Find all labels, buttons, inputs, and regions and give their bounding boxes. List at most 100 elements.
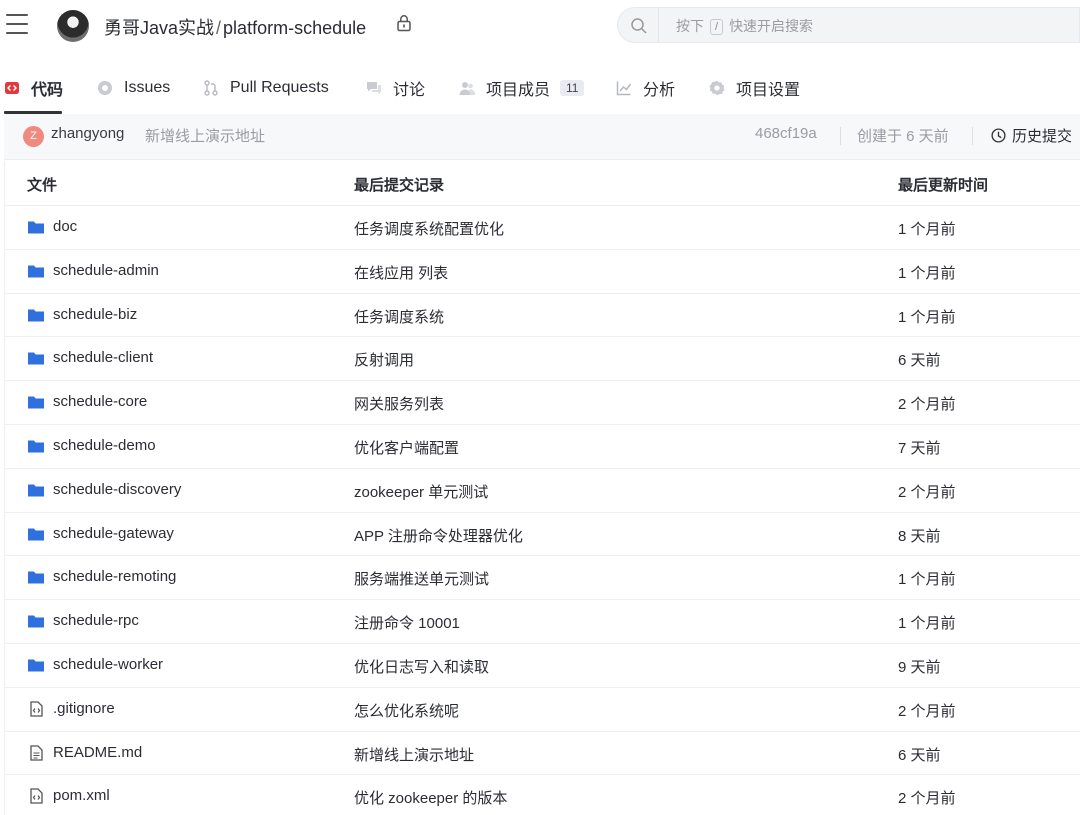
updated-time-cell: 7 天前 bbox=[898, 439, 941, 457]
commit-message-cell[interactable]: zookeeper 单元测试 bbox=[354, 481, 488, 502]
tab-members[interactable]: 项目成员 11 bbox=[459, 66, 585, 110]
tab-label: 分析 bbox=[643, 82, 676, 99]
breadcrumb-separator: / bbox=[216, 18, 222, 38]
shortcut-key: / bbox=[710, 19, 724, 35]
folder-icon bbox=[28, 440, 44, 453]
avatar[interactable]: Z bbox=[23, 126, 44, 147]
members-count-badge: 11 bbox=[560, 80, 585, 96]
updated-time-cell: 2 个月前 bbox=[898, 396, 956, 414]
folder-icon bbox=[28, 309, 44, 322]
commit-message-cell[interactable]: 任务调度系统 bbox=[354, 306, 444, 327]
column-header-updated: 最后更新时间 bbox=[898, 177, 989, 194]
file-name[interactable]: schedule-demo bbox=[53, 437, 156, 454]
folder-icon bbox=[28, 265, 44, 278]
file-name[interactable]: pom.xml bbox=[53, 787, 110, 804]
folder-icon bbox=[28, 221, 44, 234]
table-row[interactable]: pom.xml 优化 zookeeper 的版本 2 个月前 bbox=[5, 775, 1080, 815]
table-row[interactable]: schedule-admin 在线应用 列表 1 个月前 bbox=[5, 250, 1080, 294]
top-bar: 勇哥Java实战 / platform-schedule 按下 / 快速开启搜索 bbox=[0, 0, 1080, 52]
file-name[interactable]: schedule-discovery bbox=[53, 481, 181, 498]
table-row[interactable]: schedule-rpc 注册命令 10001 1 个月前 bbox=[5, 600, 1080, 644]
analytics-icon bbox=[616, 81, 632, 96]
file-table: 文件 最后提交记录 最后更新时间 doc 任务调度系统配置优化 1 个月前 sched… bbox=[4, 161, 1080, 815]
gear-icon bbox=[709, 80, 725, 96]
table-row[interactable]: schedule-biz 任务调度系统 1 个月前 bbox=[5, 294, 1080, 338]
updated-time-cell: 9 天前 bbox=[898, 658, 941, 676]
tab-issues[interactable]: Issues bbox=[97, 66, 170, 110]
file-name[interactable]: schedule-biz bbox=[53, 306, 137, 323]
file-name[interactable]: doc bbox=[53, 218, 77, 235]
commit-message[interactable]: 新增线上演示地址 bbox=[145, 125, 265, 146]
file-name[interactable]: schedule-worker bbox=[53, 656, 163, 673]
folder-icon bbox=[28, 659, 44, 672]
issues-icon bbox=[98, 81, 112, 95]
table-row[interactable]: README.md 新增线上演示地址 6 天前 bbox=[5, 732, 1080, 776]
commit-message-cell[interactable]: 怎么优化系统呢 bbox=[354, 700, 459, 721]
commit-message-cell[interactable]: APP 注册命令处理器优化 bbox=[354, 525, 523, 546]
updated-time-cell: 1 个月前 bbox=[898, 615, 956, 633]
file-name[interactable]: schedule-core bbox=[53, 393, 147, 410]
table-row[interactable]: schedule-gateway APP 注册命令处理器优化 8 天前 bbox=[5, 513, 1080, 557]
search-icon bbox=[631, 18, 647, 34]
commit-message-cell[interactable]: 优化客户端配置 bbox=[354, 437, 459, 458]
table-row[interactable]: schedule-client 反射调用 6 天前 bbox=[5, 337, 1080, 382]
folder-icon bbox=[28, 571, 44, 584]
folder-icon bbox=[28, 528, 44, 541]
history-button[interactable]: 历史提交 bbox=[991, 125, 1072, 146]
tab-label: Issues bbox=[124, 79, 171, 96]
code-icon bbox=[5, 82, 19, 94]
owner-link[interactable]: 勇哥Java实战 bbox=[104, 18, 214, 38]
commit-message-cell[interactable]: 优化日志写入和读取 bbox=[354, 656, 489, 677]
file-name[interactable]: schedule-client bbox=[53, 349, 153, 366]
table-row[interactable]: schedule-remoting 服务端推送单元测试 1 个月前 bbox=[5, 556, 1080, 601]
table-row[interactable]: schedule-discovery zookeeper 单元测试 2 个月前 bbox=[5, 469, 1080, 513]
updated-time-cell: 2 个月前 bbox=[898, 483, 956, 501]
menu-icon[interactable] bbox=[6, 14, 28, 34]
commit-message-cell[interactable]: 网关服务列表 bbox=[354, 393, 444, 414]
column-header-file: 文件 bbox=[27, 177, 58, 194]
updated-time-cell: 1 个月前 bbox=[898, 264, 956, 282]
table-header: 文件 最后提交记录 最后更新时间 bbox=[5, 161, 1080, 206]
commit-message-cell[interactable]: 优化 zookeeper 的版本 bbox=[354, 787, 507, 808]
latest-commit-bar: Z zhangyong 新增线上演示地址 468cf19a 创建于 6 天前 历… bbox=[4, 114, 1080, 160]
tab-label: Pull Requests bbox=[230, 79, 329, 96]
updated-time-cell: 2 个月前 bbox=[898, 702, 956, 720]
updated-time-cell: 1 个月前 bbox=[898, 571, 956, 589]
commit-message-cell[interactable]: 注册命令 10001 bbox=[354, 612, 460, 633]
table-row[interactable]: schedule-demo 优化客户端配置 7 天前 bbox=[5, 425, 1080, 469]
commit-hash[interactable]: 468cf19a bbox=[755, 125, 817, 142]
divider bbox=[972, 127, 973, 145]
file-name[interactable]: README.md bbox=[53, 744, 142, 761]
table-row[interactable]: .gitignore 怎么优化系统呢 2 个月前 bbox=[5, 688, 1080, 732]
commit-message-cell[interactable]: 反射调用 bbox=[354, 349, 414, 370]
file-name[interactable]: schedule-admin bbox=[53, 262, 159, 279]
commit-author[interactable]: zhangyong bbox=[51, 125, 124, 142]
tab-code[interactable]: 代码 bbox=[4, 66, 63, 110]
table-row[interactable]: doc 任务调度系统配置优化 1 个月前 bbox=[5, 206, 1080, 250]
repo-link[interactable]: platform-schedule bbox=[223, 18, 366, 38]
commit-message-cell[interactable]: 任务调度系统配置优化 bbox=[354, 218, 504, 239]
tab-settings[interactable]: 项目设置 bbox=[709, 66, 800, 110]
repo-tabs: 代码 Issues Pull Requests 讨论 项目成员 11 分析 项目… bbox=[0, 66, 1080, 114]
commit-message-cell[interactable]: 新增线上演示地址 bbox=[354, 744, 474, 765]
file-name[interactable]: schedule-gateway bbox=[53, 525, 174, 542]
updated-time-cell: 2 个月前 bbox=[898, 790, 956, 808]
file-name[interactable]: .gitignore bbox=[53, 700, 115, 717]
tab-label: 项目设置 bbox=[736, 82, 801, 99]
pull-request-icon bbox=[204, 80, 218, 96]
tab-label: 讨论 bbox=[393, 82, 426, 99]
commit-message-cell[interactable]: 服务端推送单元测试 bbox=[354, 568, 489, 589]
table-row[interactable]: schedule-worker 优化日志写入和读取 9 天前 bbox=[5, 644, 1080, 688]
tab-discussion[interactable]: 讨论 bbox=[366, 66, 425, 110]
search-input[interactable]: 按下 / 快速开启搜索 bbox=[617, 7, 1080, 43]
tab-pull-requests[interactable]: Pull Requests bbox=[203, 66, 329, 110]
commit-message-cell[interactable]: 在线应用 列表 bbox=[354, 262, 448, 283]
tab-analytics[interactable]: 分析 bbox=[616, 66, 675, 110]
file-name[interactable]: schedule-remoting bbox=[53, 568, 176, 585]
owner-avatar[interactable] bbox=[57, 10, 89, 42]
search-placeholder: 按下 / 快速开启搜索 bbox=[676, 18, 814, 35]
clock-icon bbox=[991, 128, 1006, 143]
table-row[interactable]: schedule-core 网关服务列表 2 个月前 bbox=[5, 381, 1080, 425]
members-icon bbox=[459, 82, 475, 95]
file-name[interactable]: schedule-rpc bbox=[53, 612, 139, 629]
